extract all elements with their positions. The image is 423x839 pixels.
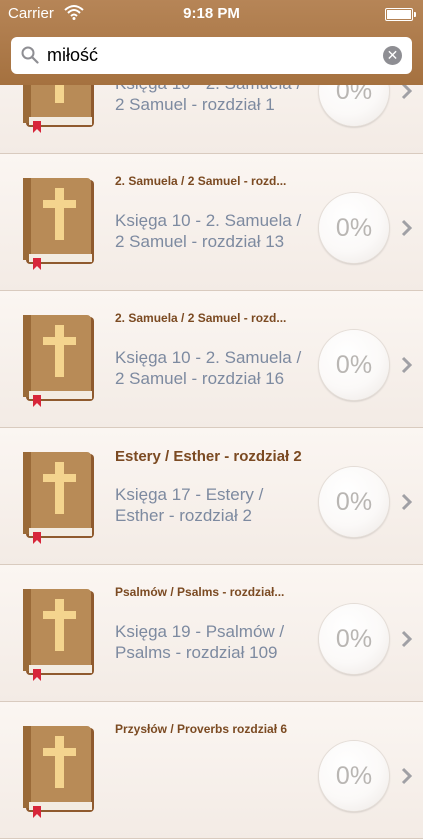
bible-book-icon (23, 452, 94, 544)
row-subtitle-line: 2 Samuel - rozdział 1 (115, 95, 275, 114)
search-bar[interactable]: ✕ (11, 37, 412, 74)
row-title: Psalmów / Psalms - rozdział... (115, 585, 285, 599)
row-title: 2. Samuela / 2 Samuel - rozd... (115, 174, 287, 188)
row-subtitle-line: Psalms - rozdział 109 (115, 643, 278, 662)
row-title: 2. Samuela / 2 Samuel - rozd... (115, 311, 287, 325)
progress-indicator: 0% (319, 193, 389, 263)
header-bar: Carrier 9:18 PM ✕ (0, 0, 423, 85)
status-bar: Carrier 9:18 PM (0, 0, 423, 28)
chevron-right-icon (401, 356, 413, 374)
row-title: Przysłów / Proverbs rozdział 6 (115, 722, 288, 736)
row-subtitle: Księga 17 - Estery / Esther - rozdział 2 (115, 484, 320, 526)
search-input[interactable] (47, 37, 377, 74)
list-item[interactable]: Estery / Esther - rozdział 2 Księga 17 -… (0, 428, 423, 565)
bible-book-icon (23, 315, 94, 407)
row-subtitle-line: Księga 10 - 2. Samuela / (115, 211, 302, 230)
bible-book-icon (23, 589, 94, 681)
row-subtitle-line: Esther - rozdział 2 (115, 506, 252, 525)
chapter-list: Księga 10 - 2. Samuela / 2 Samuel - rozd… (0, 17, 423, 839)
progress-indicator: 0% (319, 467, 389, 537)
row-subtitle-line: Księga 19 - Psalmów / (115, 622, 285, 641)
chevron-right-icon (401, 219, 413, 237)
chevron-right-icon (401, 630, 413, 648)
list-item[interactable]: Przysłów / Proverbs rozdział 6 0% (0, 702, 423, 839)
bible-book-icon (23, 726, 94, 818)
progress-indicator: 0% (319, 604, 389, 674)
list-item[interactable]: 2. Samuela / 2 Samuel - rozd... Księga 1… (0, 154, 423, 291)
row-subtitle-line: 2 Samuel - rozdział 16 (115, 369, 285, 388)
status-time: 9:18 PM (183, 5, 240, 22)
search-icon (21, 46, 39, 64)
chevron-right-icon (401, 767, 413, 785)
row-subtitle-line: Księga 10 - 2. Samuela / (115, 348, 302, 367)
list-item[interactable]: Psalmów / Psalms - rozdział... Księga 19… (0, 565, 423, 702)
row-subtitle: Księga 10 - 2. Samuela / 2 Samuel - rozd… (115, 347, 320, 389)
row-title: Estery / Esther - rozdział 2 (115, 448, 302, 465)
row-subtitle: Księga 10 - 2. Samuela / 2 Samuel - rozd… (115, 210, 320, 252)
battery-icon (385, 8, 416, 21)
row-subtitle-line: Księga 17 - Estery / (115, 485, 264, 504)
bible-book-icon (23, 178, 94, 270)
list-item[interactable]: 2. Samuela / 2 Samuel - rozd... Księga 1… (0, 291, 423, 428)
progress-indicator: 0% (319, 330, 389, 400)
progress-indicator: 0% (319, 741, 389, 811)
row-subtitle: Księga 19 - Psalmów / Psalms - rozdział … (115, 621, 320, 663)
clear-icon[interactable]: ✕ (383, 46, 402, 65)
chevron-right-icon (401, 493, 413, 511)
row-subtitle-line: 2 Samuel - rozdział 13 (115, 232, 285, 251)
